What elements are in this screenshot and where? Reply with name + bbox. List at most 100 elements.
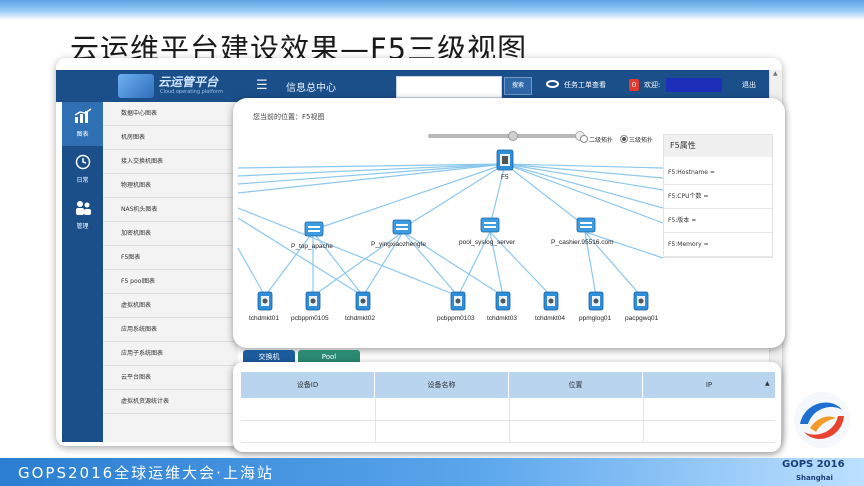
slide-top-band — [0, 0, 864, 20]
property-row: F5:Memory = — [664, 233, 772, 257]
property-row: F5:Hostname = — [664, 161, 772, 185]
task-order-link[interactable]: 任务工单查看 — [564, 80, 606, 90]
property-row: F5:版本 = — [664, 209, 772, 233]
bar-chart-icon — [62, 108, 103, 129]
logo-mark-icon — [118, 74, 154, 98]
brand-city: Shanghai — [796, 474, 833, 482]
nav-item-charts[interactable]: 图表 — [62, 102, 103, 146]
pool-node-label: P_cashier.95516.com — [551, 239, 614, 246]
properties-title: F5属性 — [664, 135, 772, 157]
host-node-label: tchdmkt02 — [345, 315, 375, 322]
notification-badge[interactable]: 0 — [629, 79, 639, 91]
host-node-icon[interactable] — [450, 291, 466, 311]
logo-title: 云运管平台 — [158, 75, 219, 89]
column-header[interactable]: 设备名称 — [375, 372, 509, 398]
eye-icon — [546, 80, 559, 88]
column-separator — [643, 420, 644, 442]
nav-item-daily[interactable]: 日常 — [62, 148, 103, 192]
side-nav: 图表 日常 管理 — [62, 102, 103, 442]
menu-toggle-icon[interactable]: ☰ — [256, 78, 268, 93]
f5-device-icon[interactable] — [496, 149, 514, 171]
nav-item-manage[interactable]: 管理 — [62, 194, 103, 238]
logo[interactable]: 云运管平台 Cloud operating platform — [98, 70, 248, 102]
column-header[interactable]: 位置 — [509, 372, 643, 398]
table-header: 设备ID 设备名称 位置 IP ▲ — [241, 372, 775, 398]
menu-item[interactable]: 云平台图表 — [103, 366, 238, 390]
link — [237, 247, 266, 297]
host-node-icon[interactable] — [305, 291, 321, 311]
host-node-label: ppmglog01 — [579, 315, 612, 322]
pool-node-label: pool_syslog_server — [459, 239, 516, 246]
link — [504, 163, 586, 227]
topology-links — [237, 163, 664, 297]
column-separator — [509, 420, 510, 442]
host-node-icon[interactable] — [257, 291, 273, 311]
table-row[interactable] — [241, 398, 775, 421]
pool-node-label: P_top_apache — [291, 243, 333, 250]
pool-node-icon[interactable] — [576, 217, 596, 233]
host-node-icon[interactable] — [588, 291, 604, 311]
table-row[interactable] — [241, 420, 775, 443]
column-separator — [375, 420, 376, 442]
pool-node-icon[interactable] — [480, 217, 500, 233]
column-header[interactable]: IP — [643, 372, 775, 398]
host-node-icon[interactable] — [495, 291, 511, 311]
f5-view-panel: 您当前的位置：F5视图 二级拓扑 三级拓扑 F5 P_top_apache P_… — [233, 98, 785, 348]
nav-label: 管理 — [76, 223, 89, 230]
slide-bottom-band: GOPS2016全球运维大会·上海站 — [0, 458, 864, 486]
users-icon — [62, 200, 103, 221]
property-row: F5:CPU个数 = — [664, 185, 772, 209]
column-separator — [375, 398, 376, 420]
menu-item[interactable]: 虚拟机图表 — [103, 294, 238, 318]
link — [504, 163, 664, 224]
menu-item[interactable]: F5图表 — [103, 246, 238, 270]
host-node-label: tchdmkt04 — [535, 315, 565, 322]
pool-node-icon[interactable] — [304, 221, 324, 237]
column-header[interactable]: 设备ID — [241, 372, 375, 398]
menu-item[interactable]: 物理机图表 — [103, 174, 238, 198]
f5-properties-panel: F5属性 F5:Hostname = F5:CPU个数 = F5:版本 = F5… — [663, 134, 773, 258]
link — [264, 231, 314, 297]
side-menu: 数据中心图表 机房图表 接入交换机图表 物理机图表 NAS机头图表 加密机图表 … — [103, 102, 238, 442]
device-table-panel: 设备ID 设备名称 位置 IP ▲ — [233, 362, 781, 452]
menu-item[interactable]: 虚拟机资源统计表 — [103, 390, 238, 414]
pool-node-label: P_yingxiaozhengfe — [371, 241, 426, 248]
host-node-label: pacpgwq01 — [625, 315, 659, 322]
menu-item[interactable]: NAS机头图表 — [103, 198, 238, 222]
host-node-icon[interactable] — [543, 291, 559, 311]
menu-item[interactable]: 加密机图表 — [103, 222, 238, 246]
search-button[interactable]: 搜索 — [504, 77, 532, 95]
brand-text: GOPS 2016 — [782, 459, 845, 470]
gops-logo — [794, 392, 850, 448]
host-node-label: pcbppm0105 — [291, 315, 329, 322]
pool-node-icon[interactable] — [392, 219, 412, 235]
host-node-icon[interactable] — [633, 291, 649, 311]
username-redacted — [666, 78, 722, 92]
nav-label: 图表 — [76, 131, 89, 138]
host-node-icon[interactable] — [355, 291, 371, 311]
menu-item[interactable]: 应用子系统图表 — [103, 342, 238, 366]
clock-icon — [62, 154, 103, 175]
section-title: 信息总中心 — [286, 83, 336, 94]
nav-label: 日常 — [76, 177, 89, 184]
logo-subtitle: Cloud operating platform — [160, 89, 223, 95]
sort-icon[interactable]: ▲ — [765, 380, 770, 387]
f5-node-label: F5 — [501, 174, 509, 181]
menu-item[interactable]: 接入交换机图表 — [103, 150, 238, 174]
host-node-label: tchdmkt01 — [249, 315, 279, 322]
scroll-up-icon[interactable]: ▲ — [773, 70, 778, 77]
link — [237, 217, 364, 297]
column-separator — [643, 398, 644, 420]
menu-item[interactable]: 数据中心图表 — [103, 102, 238, 126]
menu-item[interactable]: 应用系统图表 — [103, 318, 238, 342]
host-node-label: pcbppm0103 — [437, 315, 475, 322]
column-separator — [509, 398, 510, 420]
link — [237, 207, 459, 297]
search-input[interactable] — [396, 76, 502, 98]
welcome-label: 欢迎: — [644, 81, 661, 89]
menu-item[interactable]: 机房图表 — [103, 126, 238, 150]
conference-title: GOPS2016全球运维大会·上海站 — [18, 464, 274, 482]
host-node-label: tchdmkt03 — [487, 315, 517, 322]
menu-item[interactable]: F5 pool图表 — [103, 270, 238, 294]
logout-link[interactable]: 退出 — [742, 80, 756, 90]
